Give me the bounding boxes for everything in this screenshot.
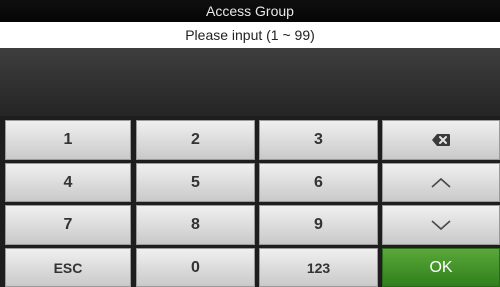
esc-button-label: ESC [53,259,83,276]
key-3-label: 3 [314,131,323,148]
up-button[interactable] [382,163,500,202]
input-hint-text: Please input (1 ~ 99) [185,27,315,43]
key-5-label: 5 [191,173,200,191]
ok-button-label: OK [429,258,453,276]
key-7[interactable]: 7 [5,205,131,245]
key-9-label: 9 [314,216,323,233]
chevron-up-icon [430,177,452,189]
key-2-label: 2 [191,131,200,148]
key-1-label: 1 [63,131,73,148]
key-7-label: 7 [63,216,73,233]
esc-button[interactable]: ESC [5,248,131,287]
key-9[interactable]: 9 [259,205,378,245]
key-8[interactable]: 8 [136,205,255,245]
backspace-icon [431,133,451,147]
key-2[interactable]: 2 [136,120,255,160]
keypad-screen: Access Group Please input (1 ~ 99) 1 2 3… [0,0,500,287]
key-6[interactable]: 6 [259,163,378,202]
chevron-down-icon [430,219,452,231]
numeric-keypad: 1 2 3 4 5 6 7 8 9 ESC 0 123 OK [0,120,500,287]
key-8-label: 8 [191,216,200,233]
input-display[interactable] [0,48,500,116]
key-4[interactable]: 4 [5,163,131,202]
key-6-label: 6 [314,173,323,191]
page-title-text: Access Group [206,3,294,19]
input-mode-button[interactable]: 123 [259,248,378,287]
key-0[interactable]: 0 [136,248,255,287]
ok-button[interactable]: OK [382,248,500,287]
input-mode-label: 123 [306,259,331,276]
key-5[interactable]: 5 [136,163,255,202]
key-1[interactable]: 1 [5,120,131,160]
key-4-label: 4 [63,173,73,191]
backspace-button[interactable] [382,120,500,160]
key-3[interactable]: 3 [259,120,378,160]
page-title: Access Group [0,0,500,22]
input-hint: Please input (1 ~ 99) [0,22,500,48]
down-button[interactable] [382,205,500,245]
key-0-label: 0 [191,258,200,276]
